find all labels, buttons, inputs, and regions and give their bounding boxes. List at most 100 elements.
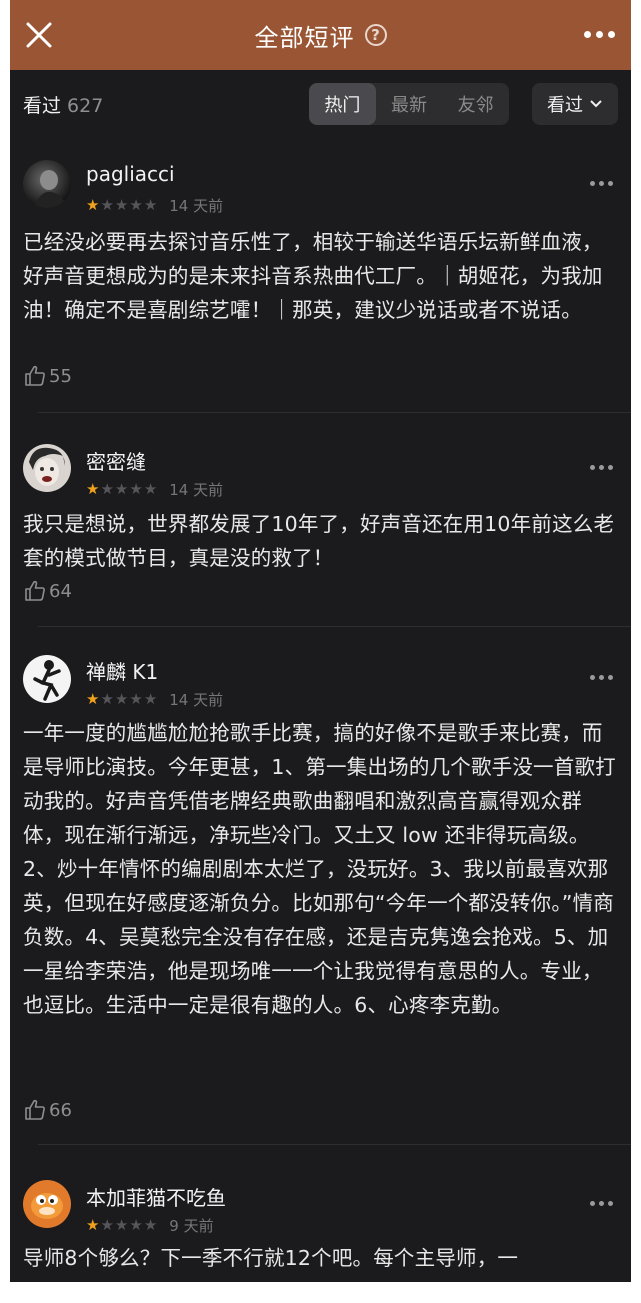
rating-stars: ★ ★ ★ ★ ★	[86, 692, 157, 707]
more-dot-icon	[608, 181, 613, 186]
review-more-button[interactable]	[590, 675, 613, 680]
review-text: 我只是想说，世界都发展了10年了，好声音还在用10年前这么老套的模式做节目，真是…	[23, 512, 615, 570]
review-text: 导师8个够么？下一季不行就12个吧。每个主导师，一	[23, 1246, 519, 1270]
avatar-image	[29, 447, 65, 486]
status-dropdown[interactable]: 看过	[532, 83, 618, 125]
star-icon: ★	[143, 480, 158, 498]
star-icon: ★	[114, 690, 129, 708]
thumbs-up-icon	[25, 1099, 45, 1120]
username[interactable]: 密密缝	[86, 446, 146, 475]
review-meta: ★ ★ ★ ★ ★ 14 天前	[86, 195, 223, 216]
more-dot-icon	[608, 1201, 613, 1206]
avatar-image	[33, 170, 67, 208]
more-dot-icon	[608, 31, 615, 38]
review-time: 9 天前	[169, 1217, 214, 1235]
star-icon: ★	[143, 690, 158, 708]
username[interactable]: pagliacci	[86, 162, 175, 186]
more-dot-icon	[584, 31, 591, 38]
star-icon: ★	[129, 690, 143, 708]
more-dot-icon	[599, 1201, 604, 1206]
like-count: 64	[49, 580, 72, 602]
star-icon: ★	[100, 196, 114, 214]
close-icon	[26, 22, 52, 48]
rating-stars: ★ ★ ★ ★ ★	[86, 198, 157, 213]
rating-stars: ★ ★ ★ ★ ★	[86, 482, 157, 497]
more-dot-icon	[599, 181, 604, 186]
star-icon: ★	[86, 690, 100, 708]
tab-friends[interactable]: 友邻	[442, 83, 509, 125]
review-time: 14 天前	[169, 481, 224, 499]
avatar[interactable]	[23, 655, 71, 703]
review-text: 已经没必要再去探讨音乐性了，相较于输送华语乐坛新鲜血液，好声音更想成为的是未来抖…	[23, 230, 603, 322]
review-more-button[interactable]	[590, 1201, 613, 1206]
sort-tabs: 热门 最新 友邻	[309, 83, 509, 125]
like-button[interactable]: 64	[23, 579, 72, 603]
review-meta: ★ ★ ★ ★ ★ 14 天前	[86, 479, 223, 500]
username[interactable]: 禅麟 K1	[86, 656, 158, 685]
username[interactable]: 本加菲猫不吃鱼	[86, 1182, 226, 1211]
more-dot-icon	[590, 181, 595, 186]
review-item: 本加菲猫不吃鱼 ★ ★ ★ ★ ★ 9 天前 导师8个够么？下一季不行就12个吧。每个主…	[10, 1146, 631, 1282]
divider	[38, 1144, 631, 1145]
seen-label: 看过	[23, 95, 62, 117]
review-more-button[interactable]	[590, 465, 613, 470]
like-count: 66	[49, 1099, 72, 1121]
star-icon: ★	[114, 196, 129, 214]
seen-count: 看过 627	[23, 91, 103, 118]
like-button[interactable]: 55	[23, 364, 72, 388]
star-icon: ★	[86, 1216, 100, 1234]
review-item: pagliacci ★ ★ ★ ★ ★ 14 天前 已经没必要再去探讨音乐性了，相较于输…	[10, 140, 631, 414]
more-dot-icon	[608, 465, 613, 470]
star-icon: ★	[143, 1216, 158, 1234]
review-item: 禅麟 K1 ★ ★ ★ ★ ★ 14 天前 一年一度的尴尴尬尬抢歌手比赛，搞的好像不是歌…	[10, 628, 631, 1146]
more-dot-icon	[599, 465, 604, 470]
star-icon: ★	[86, 480, 100, 498]
tab-latest[interactable]: 最新	[376, 83, 443, 125]
star-icon: ★	[114, 480, 129, 498]
like-count: 55	[49, 365, 72, 387]
avatar[interactable]	[23, 444, 71, 492]
avatar-image	[33, 660, 61, 701]
thumbs-up-icon	[25, 580, 45, 601]
star-icon: ★	[129, 196, 143, 214]
top-bar: 全部短评 ?	[10, 0, 631, 70]
avatar[interactable]	[23, 1180, 71, 1228]
review-meta: ★ ★ ★ ★ ★ 9 天前	[86, 1215, 214, 1236]
more-dot-icon	[590, 1201, 595, 1206]
thumbs-up-icon	[25, 365, 45, 386]
review-item: 密密缝 ★ ★ ★ ★ ★ 14 天前 我只是想说，世界都发展了10年了，好声音还在用1…	[10, 414, 631, 628]
more-dot-icon	[590, 675, 595, 680]
star-icon: ★	[100, 1216, 114, 1234]
status-dropdown-label: 看过	[547, 95, 583, 116]
more-dot-icon	[608, 675, 613, 680]
filter-bar: 看过 627 热门 最新 友邻 看过	[10, 70, 631, 140]
review-time: 14 天前	[169, 197, 224, 215]
like-button[interactable]: 66	[23, 1098, 72, 1122]
rating-stars: ★ ★ ★ ★ ★	[86, 1218, 157, 1233]
star-icon: ★	[86, 196, 100, 214]
more-dot-icon	[590, 465, 595, 470]
more-dot-icon	[599, 675, 604, 680]
star-icon: ★	[100, 480, 114, 498]
avatar-image	[31, 1193, 63, 1219]
seen-number: 627	[67, 95, 104, 117]
star-icon: ★	[129, 480, 143, 498]
more-options-button[interactable]	[584, 31, 615, 38]
star-icon: ★	[129, 1216, 143, 1234]
close-button[interactable]	[24, 20, 54, 50]
review-meta: ★ ★ ★ ★ ★ 14 天前	[86, 689, 223, 710]
more-dot-icon	[596, 31, 603, 38]
star-icon: ★	[114, 1216, 129, 1234]
divider	[38, 412, 631, 413]
review-more-button[interactable]	[590, 181, 613, 186]
review-text: 一年一度的尴尴尬尬抢歌手比赛，搞的好像不是歌手来比赛，而是导师比演技。今年更甚，…	[23, 721, 616, 1017]
help-icon[interactable]: ?	[364, 24, 387, 46]
page-title: 全部短评	[254, 23, 355, 52]
avatar[interactable]	[23, 160, 71, 208]
star-icon: ★	[100, 690, 114, 708]
review-time: 14 天前	[169, 691, 224, 709]
divider	[38, 626, 631, 627]
chevron-down-icon	[590, 100, 602, 108]
star-icon: ★	[143, 196, 158, 214]
tab-hot[interactable]: 热门	[309, 83, 376, 125]
